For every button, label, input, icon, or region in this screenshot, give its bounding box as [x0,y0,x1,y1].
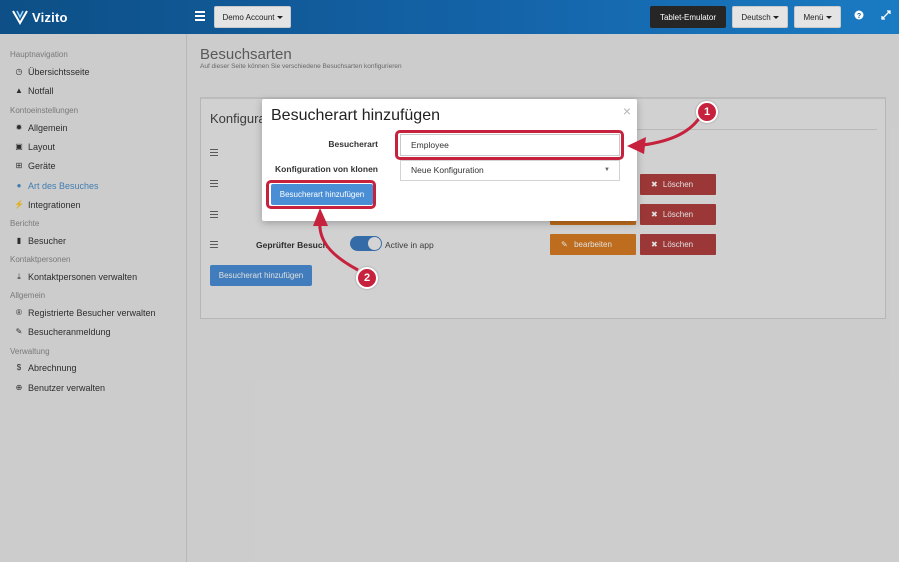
highlight-input-frame [395,130,624,160]
app-name: Vizito [32,9,68,25]
help-icon[interactable]: ? [852,10,866,24]
menu-label: Menü [803,12,824,22]
language-dropdown[interactable]: Deutsch [732,6,788,28]
clone-config-label: Konfiguration von klonen [275,164,378,174]
menu-dropdown[interactable]: Menü [794,6,841,28]
highlight-submit-frame [266,180,376,209]
clone-config-value: Neue Konfiguration [411,165,484,175]
vizito-logo-icon [12,10,28,25]
vizito-logo[interactable]: Vizito [12,9,68,25]
chevron-down-icon [825,15,832,19]
account-dropdown[interactable]: Demo Account [214,6,291,28]
svg-text:?: ? [857,13,861,20]
tablet-emulator-label: Tablet-Emulator [659,12,717,22]
fullscreen-icon[interactable] [879,10,893,24]
chevron-down-icon [772,15,779,19]
modal-title: Besucherart hinzufügen [271,107,440,124]
chevron-down-icon [276,15,283,19]
menu-toggle-icon[interactable] [195,11,205,21]
tablet-emulator-button[interactable]: Tablet-Emulator [650,6,726,28]
account-label: Demo Account [222,12,275,22]
step-badge-2: 2 [356,267,378,289]
chevron-down-icon: ▼ [604,167,610,173]
clone-config-select[interactable]: Neue Konfiguration ▼ [400,160,620,181]
top-navbar: Vizito Demo Account Tablet-Emulator Deut… [0,0,899,34]
visitor-type-label: Besucherart [328,139,378,149]
language-label: Deutsch [741,12,771,22]
close-icon[interactable]: × [623,103,631,119]
step-badge-1: 1 [696,101,718,123]
